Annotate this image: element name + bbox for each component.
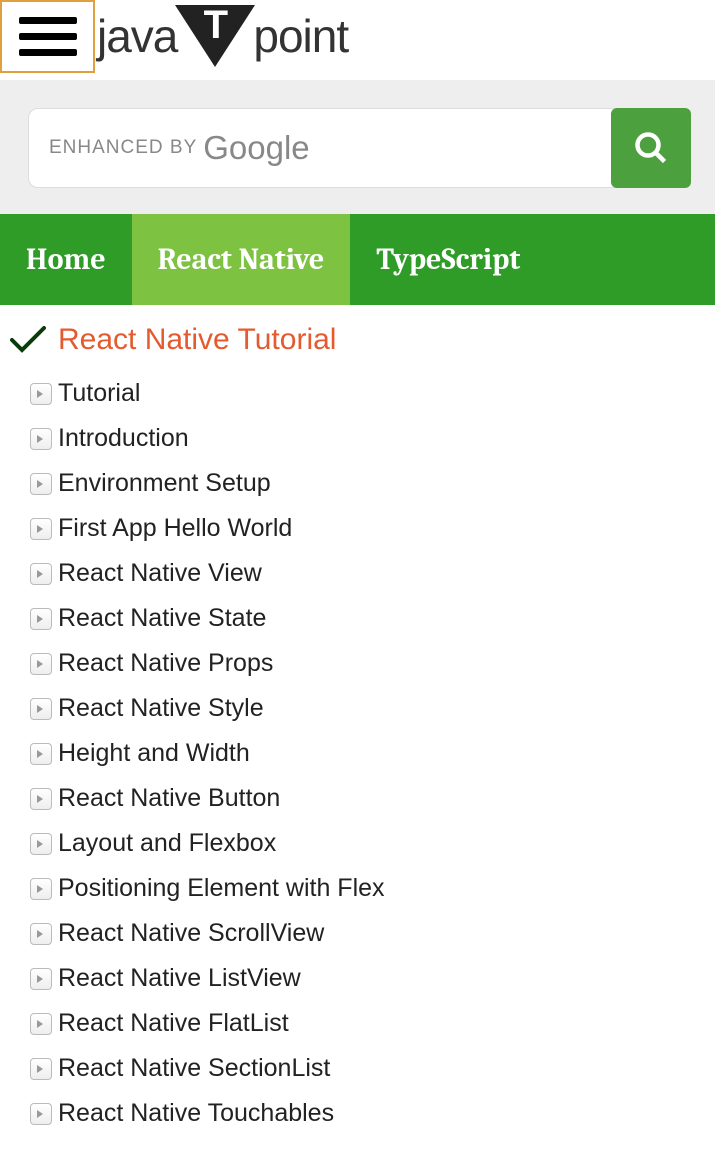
logo[interactable]: java T point <box>97 5 348 67</box>
search-enhanced-label: ENHANCED BY <box>49 137 197 159</box>
tutorial-link-label: Layout and Flexbox <box>58 829 276 858</box>
header: java T point <box>0 0 715 80</box>
tutorial-link-label: React Native SectionList <box>58 1054 330 1083</box>
tutorial-link[interactable]: React Native Touchables <box>30 1091 705 1136</box>
tutorial-link-label: React Native Style <box>58 694 264 723</box>
arrow-right-icon <box>30 1058 52 1080</box>
tutorial-link[interactable]: Layout and Flexbox <box>30 821 705 866</box>
hamburger-menu-button[interactable] <box>0 0 95 73</box>
section-header: React Native Tutorial <box>10 323 705 357</box>
content: React Native Tutorial Tutorial Introducti… <box>0 305 715 1136</box>
tutorial-link[interactable]: React Native SectionList <box>30 1046 705 1091</box>
tutorial-link[interactable]: React Native ListView <box>30 956 705 1001</box>
tutorial-link[interactable]: Introduction <box>30 416 705 461</box>
tutorial-link-label: Tutorial <box>58 379 140 408</box>
arrow-right-icon <box>30 653 52 675</box>
tutorial-link[interactable]: Environment Setup <box>30 461 705 506</box>
tutorial-link-label: Positioning Element with Flex <box>58 874 385 903</box>
arrow-right-icon <box>30 833 52 855</box>
arrow-right-icon <box>30 518 52 540</box>
search-area: ENHANCED BY Google <box>0 80 715 214</box>
tutorial-link-label: React Native Touchables <box>58 1099 334 1128</box>
tutorial-link-label: React Native FlatList <box>58 1009 289 1038</box>
arrow-right-icon <box>30 743 52 765</box>
search-google-label: Google <box>203 129 309 167</box>
tutorial-link-label: React Native State <box>58 604 266 633</box>
arrow-right-icon <box>30 698 52 720</box>
arrow-right-icon <box>30 428 52 450</box>
arrow-right-icon <box>30 383 52 405</box>
search-wrapper: ENHANCED BY Google <box>28 108 691 188</box>
arrow-right-icon <box>30 473 52 495</box>
tutorial-link[interactable]: React Native Style <box>30 686 705 731</box>
search-icon <box>633 130 669 166</box>
arrow-right-icon <box>30 1103 52 1125</box>
tab-home[interactable]: Home <box>0 214 132 305</box>
tutorial-link-label: Height and Width <box>58 739 250 768</box>
search-button[interactable] <box>611 108 691 188</box>
tutorial-link-label: React Native ScrollView <box>58 919 324 948</box>
tutorial-link-label: React Native View <box>58 559 262 588</box>
tutorial-link[interactable]: React Native View <box>30 551 705 596</box>
arrow-right-icon <box>30 788 52 810</box>
arrow-right-icon <box>30 923 52 945</box>
tutorial-link-label: Environment Setup <box>58 469 271 498</box>
tutorial-link-label: React Native Props <box>58 649 273 678</box>
logo-text-right: point <box>253 9 348 63</box>
section-title: React Native Tutorial <box>58 323 336 357</box>
logo-text-left: java <box>97 9 177 63</box>
tutorial-link[interactable]: React Native Button <box>30 776 705 821</box>
tutorial-link-label: React Native ListView <box>58 964 301 993</box>
checkmark-icon <box>10 326 46 354</box>
tutorial-link[interactable]: React Native FlatList <box>30 1001 705 1046</box>
arrow-right-icon <box>30 1013 52 1035</box>
tutorial-link[interactable]: Height and Width <box>30 731 705 776</box>
arrow-right-icon <box>30 563 52 585</box>
tutorial-link[interactable]: First App Hello World <box>30 506 705 551</box>
tutorial-link[interactable]: Positioning Element with Flex <box>30 866 705 911</box>
arrow-right-icon <box>30 608 52 630</box>
arrow-right-icon <box>30 878 52 900</box>
tutorial-link-label: First App Hello World <box>58 514 292 543</box>
tutorial-link-label: React Native Button <box>58 784 280 813</box>
tutorial-link[interactable]: React Native Props <box>30 641 705 686</box>
tutorial-link-label: Introduction <box>58 424 189 453</box>
tutorial-menu-list: Tutorial Introduction Environment Setup Fir… <box>10 371 705 1136</box>
tutorial-link[interactable]: Tutorial <box>30 371 705 416</box>
tutorial-link[interactable]: React Native State <box>30 596 705 641</box>
logo-t-icon: T <box>175 5 255 67</box>
tab-typescript[interactable]: TypeScript <box>350 214 546 305</box>
tab-react-native[interactable]: React Native <box>132 214 351 305</box>
tutorial-link[interactable]: React Native ScrollView <box>30 911 705 956</box>
search-input[interactable]: ENHANCED BY Google <box>28 108 615 188</box>
arrow-right-icon <box>30 968 52 990</box>
tabs: HomeReact NativeTypeScript <box>0 214 715 305</box>
